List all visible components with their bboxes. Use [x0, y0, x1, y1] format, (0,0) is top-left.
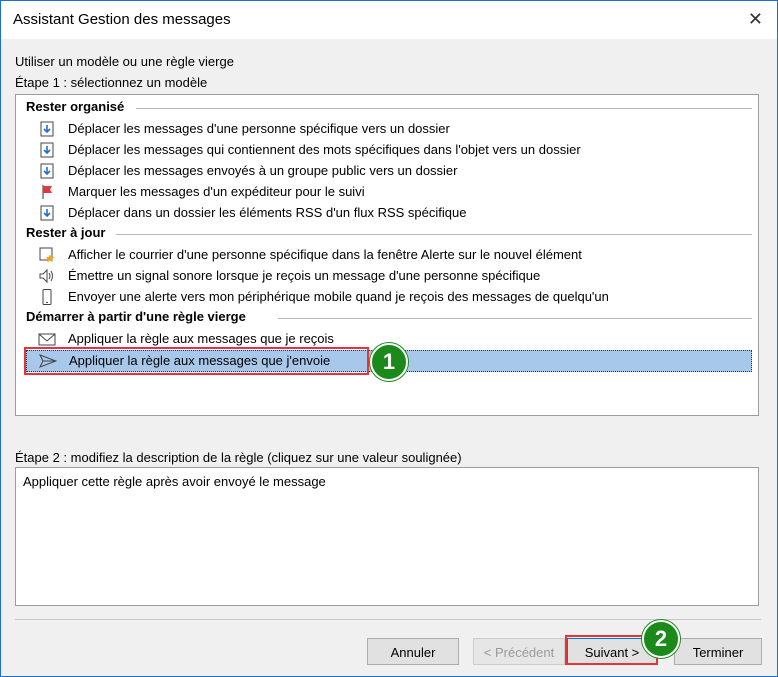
- move-to-folder-icon: [40, 163, 54, 179]
- list-item[interactable]: Envoyer une alerte vers mon périphérique…: [26, 287, 752, 307]
- section-divider: [116, 234, 752, 235]
- previous-button[interactable]: < Précédent: [473, 638, 565, 665]
- alert-window-icon: [39, 247, 55, 263]
- list-item[interactable]: Déplacer les messages d'une personne spé…: [26, 119, 752, 139]
- section-divider: [136, 108, 752, 109]
- footer-divider: [15, 619, 761, 620]
- list-item-label: Appliquer la règle aux messages que je r…: [68, 331, 334, 346]
- window-title: Assistant Gestion des messages: [13, 11, 231, 28]
- highlight-box-1: [24, 347, 369, 375]
- envelope-icon: [38, 333, 56, 346]
- intro-label: Utiliser un modèle ou une règle vierge: [15, 54, 234, 69]
- move-to-folder-icon: [40, 121, 54, 137]
- list-item-label: Déplacer les messages qui contiennent de…: [68, 142, 581, 157]
- cancel-button[interactable]: Annuler: [367, 638, 459, 665]
- step-badge-1: 1: [370, 343, 408, 381]
- close-icon[interactable]: ✕: [748, 9, 763, 30]
- list-item[interactable]: Déplacer dans un dossier les éléments RS…: [26, 203, 752, 223]
- title-bar: Assistant Gestion des messages ✕: [1, 1, 777, 39]
- list-item-label: Déplacer les messages d'une personne spé…: [68, 121, 450, 136]
- red-flag-icon: [42, 185, 52, 199]
- list-item-label: Déplacer les messages envoyés à un group…: [68, 163, 458, 178]
- section-header-blank-rule: Démarrer à partir d'une règle vierge: [26, 309, 246, 324]
- speaker-icon: [39, 268, 53, 284]
- list-item-label: Afficher le courrier d'une personne spéc…: [68, 247, 582, 262]
- list-item[interactable]: Déplacer les messages qui contiennent de…: [26, 140, 752, 160]
- list-item[interactable]: Déplacer les messages envoyés à un group…: [26, 161, 752, 181]
- step1-label: Étape 1 : sélectionnez un modèle: [15, 75, 208, 90]
- mobile-phone-icon: [42, 289, 52, 305]
- finish-button[interactable]: Terminer: [674, 638, 762, 665]
- section-header-stay-organized: Rester organisé: [26, 99, 125, 114]
- list-item-label: Marquer les messages d'un expéditeur pou…: [68, 184, 365, 199]
- section-divider: [278, 318, 752, 319]
- list-item-label: Déplacer dans un dossier les éléments RS…: [68, 205, 467, 220]
- list-item[interactable]: Marquer les messages d'un expéditeur pou…: [26, 182, 752, 202]
- move-to-folder-icon: [40, 205, 54, 221]
- list-item-label: Envoyer une alerte vers mon périphérique…: [68, 289, 609, 304]
- list-item-label: Émettre un signal sonore lorsque je reço…: [68, 268, 541, 283]
- move-to-folder-icon: [40, 142, 54, 158]
- step-badge-2: 2: [642, 620, 680, 658]
- rules-wizard-dialog: Assistant Gestion des messages ✕ Utilise…: [0, 0, 778, 677]
- step2-label: Étape 2 : modifiez la description de la …: [15, 450, 462, 465]
- section-header-stay-up-to-date: Rester à jour: [26, 225, 106, 240]
- list-item[interactable]: Émettre un signal sonore lorsque je reço…: [26, 266, 752, 286]
- list-item[interactable]: Afficher le courrier d'une personne spéc…: [26, 245, 752, 265]
- rule-description-text: Appliquer cette règle après avoir envoyé…: [23, 474, 326, 489]
- rule-description-box[interactable]: Appliquer cette règle après avoir envoyé…: [15, 467, 759, 606]
